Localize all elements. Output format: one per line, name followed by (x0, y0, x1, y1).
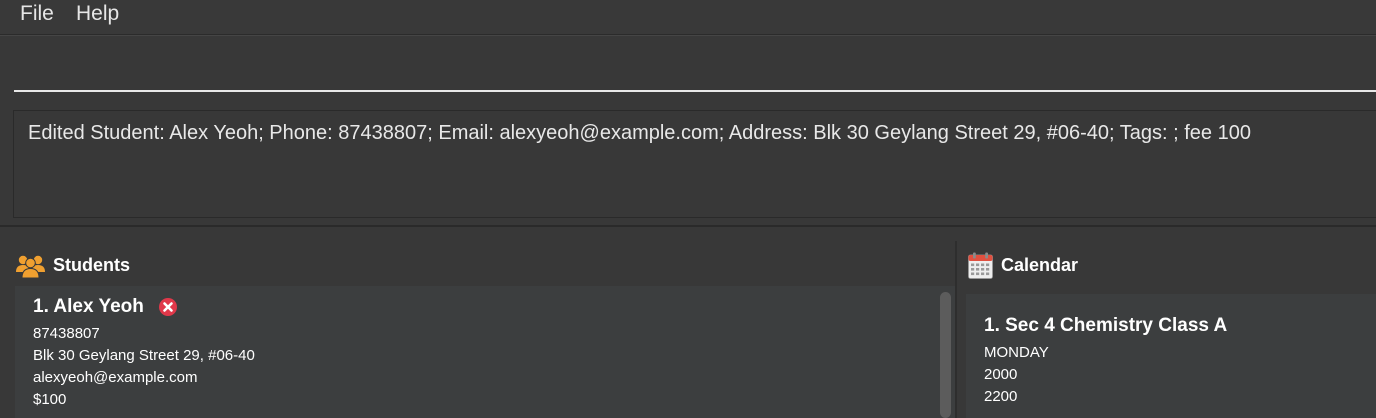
student-address: Blk 30 Geylang Street 29, #06-40 (33, 347, 255, 364)
student-fee: $100 (33, 391, 67, 408)
delete-icon[interactable] (158, 297, 178, 317)
student-card[interactable]: 1. Alex Yeoh 87438807 Blk 30 Geylang Str… (15, 286, 937, 418)
menu-bar: File Help (0, 0, 1376, 35)
command-box-area (0, 35, 1376, 102)
student-phone: 87438807 (33, 325, 100, 342)
students-scrollbar[interactable] (937, 286, 955, 418)
panel-divider (955, 241, 957, 418)
lesson-day: MONDAY (984, 344, 1049, 361)
main-panels: Students 1. Alex Yeoh 87438807 Blk 30 Ge… (0, 228, 1376, 418)
command-input[interactable] (14, 48, 1376, 92)
students-panel-header: Students (16, 250, 130, 280)
result-display-area: Edited Student: Alex Yeoh; Phone: 874388… (0, 101, 1376, 227)
lesson-name: 1. Sec 4 Chemistry Class A (984, 315, 1228, 336)
students-panel-title: Students (53, 254, 131, 275)
student-name: 1. Alex Yeoh (33, 296, 144, 317)
lesson-end-time: 2200 (984, 388, 1018, 405)
students-scrollbar-thumb[interactable] (940, 292, 951, 418)
students-list[interactable]: 1. Alex Yeoh 87438807 Blk 30 Geylang Str… (15, 286, 937, 418)
student-email: alexyeoh@example.com (33, 369, 198, 386)
menu-help[interactable]: Help (76, 0, 119, 28)
lesson-start-time: 2000 (984, 366, 1018, 383)
people-group-icon (16, 255, 45, 278)
calendar-list[interactable]: 1. Sec 4 Chemistry Class A MONDAY 2000 2… (966, 294, 1376, 418)
menu-file[interactable]: File (20, 0, 54, 28)
result-message: Edited Student: Alex Yeoh; Phone: 874388… (28, 122, 1251, 144)
calendar-panel-header: Calendar (968, 250, 1078, 280)
result-display[interactable]: Edited Student: Alex Yeoh; Phone: 874388… (13, 110, 1376, 218)
calendar-panel-title: Calendar (1001, 254, 1079, 275)
calendar-icon (968, 252, 993, 279)
lesson-card[interactable]: 1. Sec 4 Chemistry Class A MONDAY 2000 2… (966, 294, 1376, 418)
